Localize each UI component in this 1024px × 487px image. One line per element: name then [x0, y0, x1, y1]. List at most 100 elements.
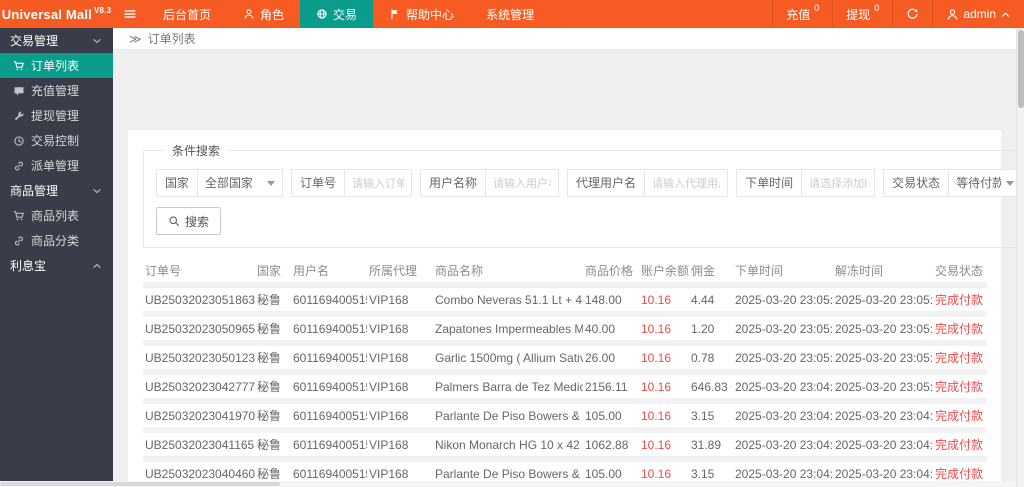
sidebar-item-label: 商品列表 [31, 209, 80, 223]
username: admin [963, 7, 996, 21]
recharge-label: 充值 [786, 7, 811, 22]
cell-country: 秘鲁 [257, 409, 282, 423]
nav-item-label: 交易 [333, 7, 358, 22]
cell-order_no: UB2503202304197032 [145, 408, 255, 423]
cell-unfreeze_time: 2025-03-20 23:05:14 [835, 350, 933, 365]
column-header: 佣金 [691, 263, 716, 278]
filter-label: 用户名称 [420, 169, 487, 197]
cell-status: 完成付款 [935, 380, 984, 394]
sidebar-item-product-category[interactable]: 商品分类 [0, 228, 113, 253]
sidebar: 交易管理订单列表 充值管理 提现管理 交易控制 派单管理 商品管理商品列表商品分类 利息宝 [0, 28, 113, 481]
filter-trade-status: 交易状态 等待付款 [883, 169, 1016, 197]
cell-balance: 10.16 [641, 321, 672, 336]
cell-order_no: UB2503202304116516 [145, 437, 255, 452]
table-row: UB2503202304277775秘鲁 601169400515VIP168 Pa… [143, 375, 987, 398]
cell-price: 148.00 [585, 292, 622, 307]
cell-status: 完成付款 [935, 322, 984, 336]
recharge-badge: 0 [814, 2, 820, 13]
content-area: 条件搜索 国家全部国家订单号用户名称代理用户名下单时间交易状态等待付款 搜索 订… [113, 50, 1016, 487]
vertical-scrollbar-thumb[interactable] [1018, 30, 1024, 108]
cell-unfreeze_time: 2025-03-20 23:04:23 [835, 437, 933, 452]
app-logo: Universal Mall V8.3 [0, 0, 113, 28]
sidebar-item-recharge-management[interactable]: 充值管理 [0, 78, 113, 103]
sidebar-group-product-management[interactable]: 商品管理 [0, 178, 113, 203]
wrench-icon [13, 110, 25, 122]
sidebar-item-product-list[interactable]: 商品列表 [0, 203, 113, 228]
cell-country: 秘鲁 [257, 380, 282, 394]
nav-item-label: 帮助中心 [406, 7, 455, 22]
table-header-row: 订单号 国家 用户名 所属代理 商品名称 商品价格 账户余额 佣金 下单时间 解冻时间 交易状态 [143, 258, 987, 282]
chevron-up-icon [91, 260, 103, 272]
orders-table: 订单号 国家 用户名 所属代理 商品名称 商品价格 账户余额 佣金 下单时间 解冻时间 交易状态 U… [143, 258, 987, 487]
horizontal-scrollbar[interactable] [0, 481, 1016, 487]
filter-trade-status-select[interactable]: 等待付款 [948, 169, 1016, 197]
cell-commission: 0.78 [691, 350, 715, 365]
column-header: 解冻时间 [835, 263, 884, 278]
withdraw-button[interactable]: 提现 0 [832, 0, 892, 28]
sidebar-item-order-list[interactable]: 订单列表 [0, 53, 113, 78]
column-header: 所属代理 [369, 263, 418, 278]
recharge-button[interactable]: 充值 0 [772, 0, 832, 28]
cell-status: 完成付款 [935, 438, 984, 452]
chevron-down-icon [91, 35, 103, 47]
cell-agent: VIP168 [369, 292, 409, 307]
nav-item-trade[interactable]: 交易 [300, 0, 374, 28]
nav-item-roles[interactable]: 角色 [227, 0, 300, 28]
user-menu[interactable]: admin [932, 0, 1024, 28]
header-right: 充值 0 提现 0 admin [772, 0, 1024, 28]
sidebar-item-withdraw-management[interactable]: 提现管理 [0, 103, 113, 128]
horizontal-scrollbar-thumb[interactable] [0, 482, 280, 486]
sidebar-group-interest-treasure[interactable]: 利息宝 [0, 253, 113, 278]
column-header: 用户名 [293, 263, 330, 278]
filter-row: 国家全部国家订单号用户名称代理用户名下单时间交易状态等待付款 [156, 169, 1016, 197]
filter-order-no-input[interactable] [344, 169, 413, 197]
sidebar-item-trade-control[interactable]: 交易控制 [0, 128, 113, 153]
cell-balance: 10.16 [641, 292, 672, 307]
filter-country-select[interactable]: 全部国家 [197, 169, 284, 197]
sidebar-group-trade-management[interactable]: 交易管理 [0, 28, 113, 53]
sidebar-item-dispatch-management[interactable]: 派单管理 [0, 153, 113, 178]
cell-status: 完成付款 [935, 293, 984, 307]
cell-product: Combo Neveras 51.1 Lt + 4.7 Lt... [435, 292, 583, 307]
nav-item-system[interactable]: 系统管理 [470, 0, 550, 28]
cell-commission: 31.89 [691, 437, 722, 452]
cell-price: 26.00 [585, 350, 616, 365]
chevron-down-icon [267, 180, 276, 186]
sidebar-group-label: 交易管理 [10, 34, 59, 48]
cell-agent: VIP168 [369, 321, 409, 336]
cell-status: 完成付款 [935, 409, 984, 423]
chevron-up-icon [1000, 9, 1011, 20]
filter-order-time-input[interactable] [801, 169, 876, 197]
cell-order_time: 2025-03-20 23:04:11 [735, 437, 833, 452]
refresh-button[interactable] [892, 0, 932, 28]
nav-item-dashboard[interactable]: 后台首页 [147, 0, 227, 28]
search-button[interactable]: 搜索 [156, 207, 222, 235]
cell-order_time: 2025-03-20 23:05:09 [735, 321, 833, 336]
comment-icon [13, 85, 25, 97]
cell-order_time: 2025-03-20 23:04:19 [735, 408, 833, 423]
table-row: UB2503202304116516秘鲁 601169400515VIP168 Ni… [143, 433, 987, 456]
column-header: 商品名称 [435, 263, 484, 278]
filter-label: 订单号 [291, 169, 346, 197]
cell-product: Parlante De Piso Bowers & Wilk... [435, 408, 583, 423]
column-header: 订单号 [145, 263, 182, 278]
filter-label: 下单时间 [736, 169, 803, 197]
table-row: UB2503202304197032秘鲁 601169400515VIP168 Pa… [143, 404, 987, 427]
search-filter-panel: 条件搜索 国家全部国家订单号用户名称代理用户名下单时间交易状态等待付款 搜索 [143, 142, 1016, 248]
filter-username-input[interactable] [485, 169, 560, 197]
filter-agent-username-input[interactable] [644, 169, 729, 197]
nav-item-help-center[interactable]: 帮助中心 [373, 0, 470, 28]
breadcrumb-arrow-icon: ≫ [129, 31, 142, 46]
top-nav: 后台首页 角色 交易 帮助中心 系统管理 [147, 0, 550, 28]
cell-balance: 10.16 [641, 379, 672, 394]
cell-balance: 10.16 [641, 408, 672, 423]
vertical-scrollbar[interactable] [1016, 28, 1024, 487]
cell-balance: 10.16 [641, 350, 672, 365]
cell-agent: VIP168 [369, 408, 409, 423]
cell-order_no: UB2503202305186304 [145, 292, 255, 307]
link-icon [13, 160, 25, 172]
refresh-icon [906, 8, 919, 21]
filter-order-time: 下单时间 [736, 169, 876, 197]
column-header: 账户余额 [641, 263, 689, 278]
menu-toggle-button[interactable] [113, 0, 147, 28]
